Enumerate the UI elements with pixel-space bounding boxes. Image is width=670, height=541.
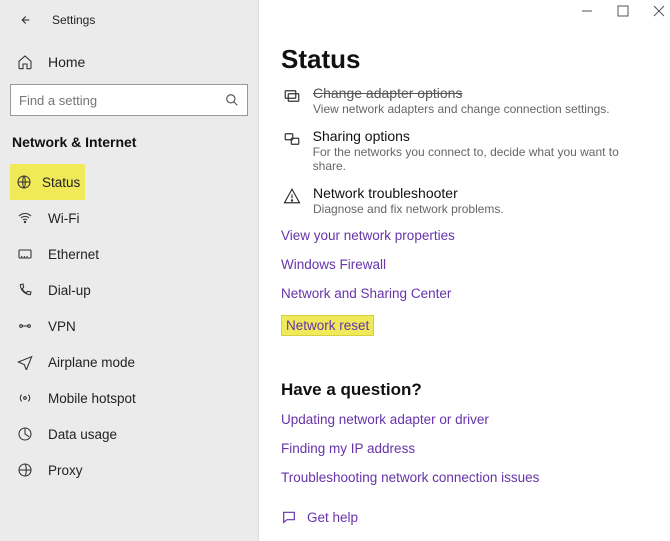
- get-help[interactable]: Get help: [281, 509, 650, 525]
- sidebar-label: VPN: [48, 319, 76, 334]
- arrow-left-icon: [17, 13, 31, 27]
- link-windows-firewall[interactable]: Windows Firewall: [281, 257, 650, 272]
- settings-sidebar: Settings Home Network & Internet Status …: [0, 0, 258, 541]
- link-finding-ip[interactable]: Finding my IP address: [281, 441, 650, 456]
- sidebar-label: Airplane mode: [48, 355, 135, 370]
- sidebar-item-ethernet[interactable]: Ethernet: [0, 236, 258, 272]
- sidebar-label: Wi-Fi: [48, 211, 79, 226]
- airplane-icon: [16, 354, 34, 370]
- status-desc: Diagnose and fix network problems.: [313, 202, 504, 216]
- status-title: Network troubleshooter: [313, 185, 504, 201]
- sidebar-item-hotspot[interactable]: Mobile hotspot: [0, 380, 258, 416]
- minimize-button[interactable]: [580, 4, 594, 18]
- link-network-properties[interactable]: View your network properties: [281, 228, 650, 243]
- wifi-icon: [16, 210, 34, 226]
- globe-icon: [16, 174, 32, 190]
- header-row: Settings: [0, 8, 258, 44]
- sidebar-item-airplane[interactable]: Airplane mode: [0, 344, 258, 380]
- status-item-adapter[interactable]: Change adapter options View network adap…: [281, 85, 650, 116]
- proxy-icon: [16, 462, 34, 478]
- sidebar-item-status[interactable]: Status: [10, 164, 85, 200]
- adapter-icon: [281, 87, 303, 116]
- hotspot-icon: [16, 390, 34, 406]
- ethernet-icon: [16, 246, 34, 262]
- sidebar-item-wifi[interactable]: Wi-Fi: [0, 200, 258, 236]
- link-troubleshoot-connection[interactable]: Troubleshooting network connection issue…: [281, 470, 650, 485]
- search-icon: [225, 93, 239, 107]
- sidebar-label: Data usage: [48, 427, 117, 442]
- sidebar-label: Mobile hotspot: [48, 391, 136, 406]
- page-title: Status: [281, 44, 650, 75]
- sidebar-item-home[interactable]: Home: [0, 44, 258, 80]
- link-network-reset[interactable]: Network reset: [281, 315, 374, 336]
- status-title: Sharing options: [313, 128, 650, 144]
- question-title: Have a question?: [281, 380, 650, 400]
- sidebar-label: Status: [42, 175, 80, 190]
- home-icon: [16, 54, 34, 70]
- window-controls: [580, 4, 666, 18]
- link-updating-adapter[interactable]: Updating network adapter or driver: [281, 412, 650, 427]
- home-label: Home: [48, 54, 85, 70]
- search-box[interactable]: [10, 84, 248, 116]
- main-panel: Status Change adapter options View netwo…: [258, 0, 670, 541]
- phone-icon: [16, 282, 34, 298]
- status-item-troubleshooter[interactable]: Network troubleshooter Diagnose and fix …: [281, 185, 650, 216]
- sidebar-item-proxy[interactable]: Proxy: [0, 452, 258, 488]
- sidebar-label: Dial-up: [48, 283, 91, 298]
- sidebar-item-datausage[interactable]: Data usage: [0, 416, 258, 452]
- sidebar-label: Ethernet: [48, 247, 99, 262]
- get-help-label: Get help: [307, 510, 358, 525]
- link-network-sharing-center[interactable]: Network and Sharing Center: [281, 286, 650, 301]
- app-title: Settings: [52, 13, 95, 27]
- close-button[interactable]: [652, 4, 666, 18]
- status-desc: View network adapters and change connect…: [313, 102, 610, 116]
- section-title: Network & Internet: [0, 128, 258, 164]
- sidebar-label: Proxy: [48, 463, 83, 478]
- status-item-sharing[interactable]: Sharing options For the networks you con…: [281, 128, 650, 173]
- data-usage-icon: [16, 426, 34, 442]
- warning-icon: [281, 187, 303, 216]
- sidebar-item-vpn[interactable]: VPN: [0, 308, 258, 344]
- chat-icon: [281, 509, 297, 525]
- status-title: Change adapter options: [313, 85, 610, 101]
- sharing-icon: [281, 130, 303, 173]
- vpn-icon: [16, 318, 34, 334]
- search-input[interactable]: [11, 85, 247, 115]
- sidebar-item-dialup[interactable]: Dial-up: [0, 272, 258, 308]
- maximize-button[interactable]: [616, 4, 630, 18]
- back-button[interactable]: [12, 8, 36, 32]
- status-desc: For the networks you connect to, decide …: [313, 145, 650, 173]
- search-wrap: [0, 80, 258, 128]
